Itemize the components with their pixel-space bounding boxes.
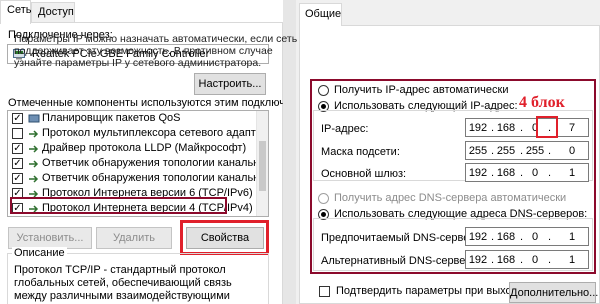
ip-octet-1: 192 (468, 122, 488, 134)
component-checkbox[interactable]: ✓ (12, 173, 23, 184)
mask-octet-3: 255 (525, 145, 545, 157)
info-text: Параметры IP можно назначать автоматичес… (14, 33, 298, 69)
protocol-icon (29, 130, 39, 138)
protocol-icon (29, 145, 39, 153)
list-item[interactable]: ✓ Ответчик обнаружения топологии канальн… (8, 156, 268, 172)
component-label: Ответчик обнаружения топологии канальног… (42, 157, 268, 169)
pref-dns-dot: . (491, 231, 495, 243)
tab-network[interactable]: Сеть (0, 0, 31, 24)
component-checkbox[interactable]: ✓ (12, 158, 23, 169)
ip-label: IP-адрес: (321, 123, 369, 135)
gateway-octet-2: 168 (496, 167, 516, 179)
alternate-dns-input[interactable]: 192 . 168 . 0 . 1 (465, 250, 589, 269)
network-icon (28, 114, 40, 123)
component-label: Протокол мультиплексора сетевого адаптер… (42, 127, 268, 139)
components-label: Отмеченные компоненты используются этим … (8, 97, 321, 109)
auto-dns-radio[interactable] (318, 193, 329, 204)
ip-octet-4: 7 (568, 122, 576, 134)
list-item[interactable]: ✓ Драйвер протокола LLDP (Майкрософт) (8, 141, 268, 157)
gateway-dot: . (548, 167, 552, 179)
auto-ip-radio[interactable] (318, 85, 329, 96)
ip-dot: . (491, 122, 495, 134)
gateway-input[interactable]: 192 . 168 . 0 . 1 (465, 163, 589, 182)
mask-dot: . (520, 145, 524, 157)
protocol-icon (29, 175, 39, 183)
alt-dns-dot: . (520, 254, 524, 266)
validate-label[interactable]: Подтвердить параметры при выходе (336, 285, 524, 297)
ipv4-highlight (10, 197, 227, 214)
description-group: Описание Протокол TCP/IP - стандартный п… (7, 247, 269, 304)
advanced-button[interactable]: Дополнительно... (509, 282, 598, 303)
octet-4-highlight (536, 116, 558, 138)
ip-dot: . (520, 122, 524, 134)
properties-highlight (180, 220, 269, 255)
component-checkbox[interactable]: ✓ (12, 113, 23, 124)
ip-address-input[interactable]: 192 . 168 . 0 . 7 (465, 118, 589, 137)
alt-dns-octet-4: 1 (568, 254, 576, 266)
pref-dns-dot: . (548, 231, 552, 243)
mask-octet-4: 0 (568, 145, 576, 157)
list-item[interactable]: ✓ Планировщик пакетов QoS (8, 111, 268, 127)
alt-dns-dot: . (491, 254, 495, 266)
remove-button[interactable]: Удалить (96, 227, 172, 249)
list-item[interactable]: Протокол мультиплексора сетевого адаптер… (8, 126, 268, 142)
gateway-dot: . (491, 167, 495, 179)
ip-octet-2: 168 (496, 122, 516, 134)
description-title: Описание (12, 247, 67, 259)
tab-strip: Сеть Доступ (0, 0, 283, 24)
list-item[interactable]: ✓ Ответчик обнаружения топологии канальн… (8, 171, 268, 187)
mask-dot: . (491, 145, 495, 157)
preferred-dns-label: Предпочитаемый DNS-сервер: (321, 232, 479, 244)
pref-dns-octet-1: 192 (468, 231, 488, 243)
mask-octet-1: 255 (468, 145, 488, 157)
alt-dns-octet-2: 168 (496, 254, 516, 266)
pref-dns-dot: . (520, 231, 524, 243)
gateway-label: Основной шлюз: (321, 168, 407, 180)
gateway-dot: . (520, 167, 524, 179)
configure-button[interactable]: Настроить... (194, 73, 266, 95)
auto-ip-label[interactable]: Получить IP-адрес автоматически (334, 84, 508, 96)
install-button[interactable]: Установить... (8, 227, 92, 249)
mask-dot: . (548, 145, 552, 157)
component-label: Ответчик обнаружения топологии канальног… (42, 172, 268, 184)
tab-sharing[interactable]: Доступ (31, 2, 75, 23)
gateway-octet-3: 0 (531, 167, 539, 179)
gateway-octet-1: 192 (468, 167, 488, 179)
alt-dns-octet-3: 0 (531, 254, 539, 266)
pref-dns-octet-4: 1 (568, 231, 576, 243)
protocol-icon (29, 160, 39, 168)
list-scrollbar[interactable] (256, 111, 268, 216)
alt-dns-octet-1: 192 (468, 254, 488, 266)
subnet-mask-label: Маска подсети: (321, 146, 400, 158)
scroll-thumb[interactable] (259, 141, 266, 191)
component-checkbox[interactable] (12, 128, 23, 139)
validate-checkbox[interactable] (319, 286, 330, 297)
component-checkbox[interactable]: ✓ (12, 143, 23, 154)
pref-dns-octet-2: 168 (496, 231, 516, 243)
pref-dns-octet-3: 0 (531, 231, 539, 243)
component-label: Драйвер протокола LLDP (Майкрософт) (42, 142, 247, 154)
tab-general[interactable]: Общие (299, 3, 342, 26)
alt-dns-dot: . (548, 254, 552, 266)
mask-octet-2: 255 (496, 145, 516, 157)
alternate-dns-label: Альтернативный DNS-сервер: (321, 255, 475, 267)
component-label: Планировщик пакетов QoS (42, 112, 181, 124)
auto-dns-label[interactable]: Получить адрес DNS-сервера автоматически (334, 192, 566, 204)
gateway-octet-4: 1 (568, 167, 576, 179)
preferred-dns-input[interactable]: 192 . 168 . 0 . 1 (465, 227, 589, 246)
subnet-mask-input[interactable]: 255 . 255 . 255 . 0 (465, 141, 589, 160)
description-text: Протокол TCP/IP - стандартный протокол г… (14, 264, 232, 304)
